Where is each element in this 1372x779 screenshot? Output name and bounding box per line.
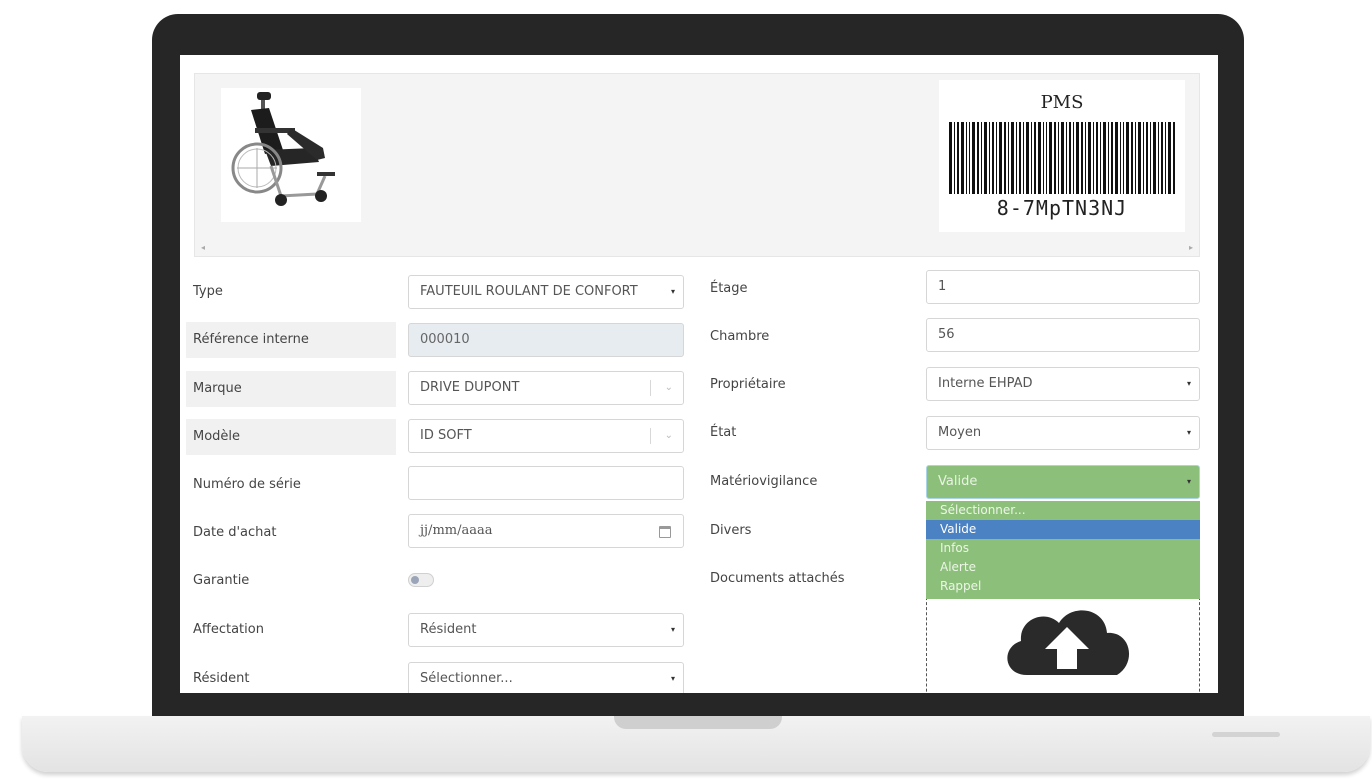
attached-documents-label: Documents attachés — [710, 571, 845, 586]
assignment-select-value: Résident — [420, 622, 477, 637]
scroll-left-arrow[interactable]: ◂ — [201, 243, 205, 252]
barcode-title: PMS — [1040, 92, 1084, 113]
barcode-value: 8-7MpTN3NJ — [996, 196, 1128, 220]
option-infos[interactable]: Infos — [926, 539, 1200, 558]
cloud-upload-icon — [1007, 610, 1130, 675]
serial-number-input[interactable] — [408, 466, 684, 500]
materiovigilance-select-value: Valide — [938, 474, 978, 489]
toggle-knob — [411, 576, 419, 584]
materiovigilance-select[interactable]: Valide ▾ — [926, 465, 1200, 499]
owner-label: Propriétaire — [710, 377, 786, 392]
chevron-down-icon: ⌄ — [664, 382, 673, 393]
chevron-down-icon: ▾ — [1186, 428, 1191, 437]
resident-select[interactable]: Sélectionner... ▾ — [408, 662, 684, 693]
brand-combobox[interactable]: DRIVE DUPONT ⌄ — [408, 371, 684, 405]
warranty-toggle[interactable] — [408, 573, 434, 587]
purchase-date-label: Date d'achat — [193, 525, 277, 540]
laptop-base-slot — [1212, 732, 1280, 737]
chevron-down-icon: ▾ — [670, 287, 675, 296]
state-label: État — [710, 425, 737, 440]
chevron-down-icon: ▾ — [1186, 477, 1191, 486]
materiovigilance-dropdown-list: Sélectionner... Valide Infos Alerte Rapp… — [926, 501, 1200, 599]
model-label: Modèle — [186, 419, 396, 455]
owner-select[interactable]: Interne EHPAD ▾ — [926, 367, 1200, 401]
chevron-down-icon: ▾ — [670, 674, 675, 683]
state-select[interactable]: Moyen ▾ — [926, 416, 1200, 450]
option-select-placeholder[interactable]: Sélectionner... — [926, 501, 1200, 520]
resident-select-value: Sélectionner... — [420, 671, 513, 686]
laptop-notch — [614, 716, 782, 729]
barcode-icon — [949, 122, 1175, 194]
serial-number-label: Numéro de série — [193, 477, 301, 492]
purchase-date-input[interactable]: jj/mm/aaaa — [408, 514, 684, 548]
floor-input[interactable]: 1 — [926, 270, 1200, 304]
type-select[interactable]: FAUTEUIL ROULANT DE CONFORT ▾ — [408, 275, 684, 309]
option-valide[interactable]: Valide — [926, 520, 1200, 539]
model-combobox-value: ID SOFT — [420, 428, 472, 443]
warranty-label: Garantie — [193, 573, 250, 588]
app-screen: PMS 8-7MpTN3NJ ◂ ▸ Type Référence intern… — [180, 55, 1218, 693]
wheelchair-photo — [221, 88, 361, 222]
option-rappel[interactable]: Rappel — [926, 577, 1200, 596]
barcode-label: PMS 8-7MpTN3NJ — [939, 80, 1185, 232]
calendar-icon[interactable] — [659, 526, 671, 538]
scroll-right-arrow[interactable]: ▸ — [1189, 243, 1193, 252]
combobox-separator — [650, 380, 651, 396]
chevron-down-icon: ⌄ — [664, 430, 673, 441]
assignment-label: Affectation — [193, 622, 264, 637]
chevron-down-icon: ▾ — [670, 625, 675, 634]
combobox-separator — [650, 428, 651, 444]
type-label: Type — [193, 284, 223, 299]
brand-combobox-value: DRIVE DUPONT — [420, 380, 520, 395]
model-combobox[interactable]: ID SOFT ⌄ — [408, 419, 684, 453]
materiovigilance-label: Matériovigilance — [710, 474, 818, 489]
room-label: Chambre — [710, 329, 770, 344]
wheelchair-icon — [231, 92, 335, 206]
document-upload-dropzone[interactable] — [926, 597, 1200, 693]
owner-select-value: Interne EHPAD — [938, 376, 1033, 391]
type-select-value: FAUTEUIL ROULANT DE CONFORT — [420, 284, 638, 299]
misc-label: Divers — [710, 523, 752, 538]
option-alerte[interactable]: Alerte — [926, 558, 1200, 577]
room-input[interactable]: 56 — [926, 318, 1200, 352]
assignment-select[interactable]: Résident ▾ — [408, 613, 684, 647]
state-select-value: Moyen — [938, 425, 982, 440]
internal-reference-label: Référence interne — [186, 322, 396, 358]
resident-label: Résident — [193, 671, 250, 686]
chevron-down-icon: ▾ — [1186, 379, 1191, 388]
purchase-date-placeholder: jj/mm/aaaa — [420, 523, 493, 538]
equipment-header-card: PMS 8-7MpTN3NJ ◂ ▸ — [194, 73, 1200, 257]
brand-label: Marque — [186, 371, 396, 407]
floor-label: Étage — [710, 281, 748, 296]
internal-reference-field: 000010 — [408, 323, 684, 357]
